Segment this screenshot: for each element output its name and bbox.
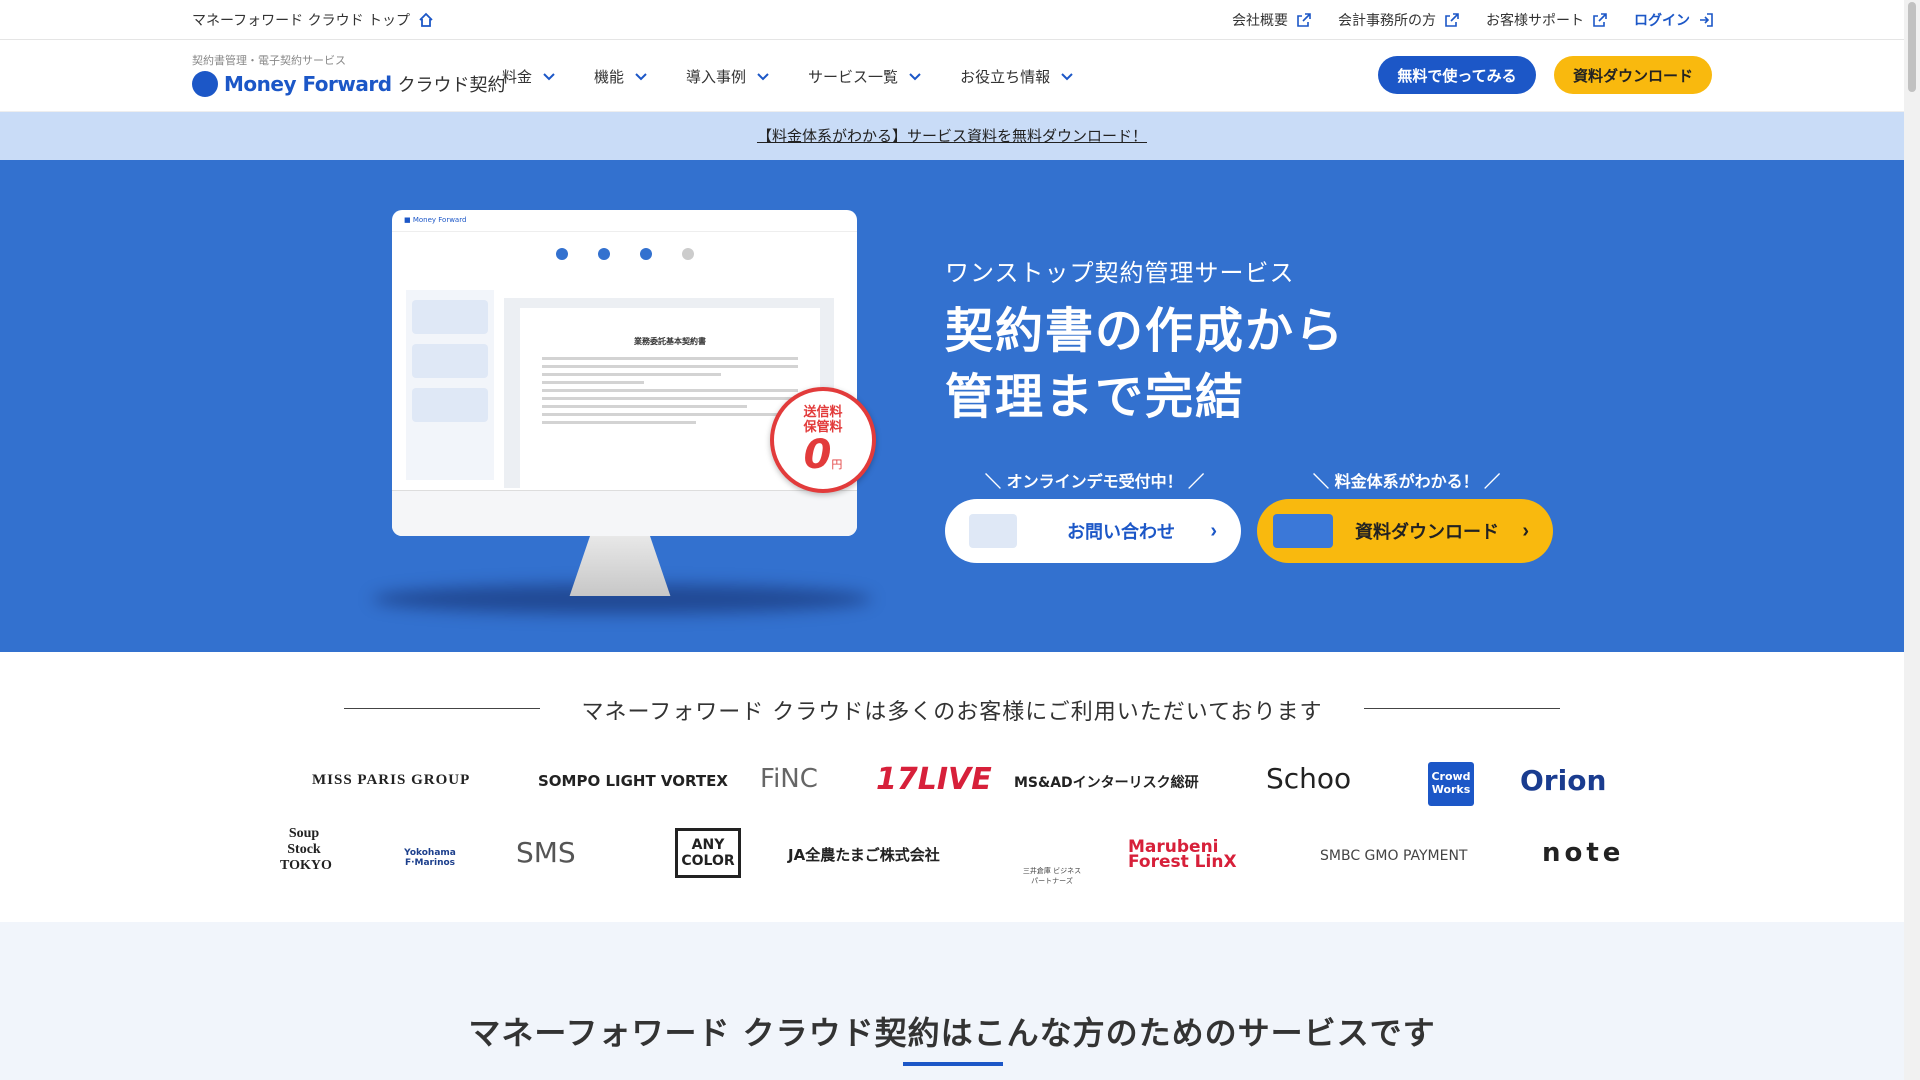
client-logo: MS&ADインターリスク総研 bbox=[1014, 775, 1199, 791]
nav-resources[interactable]: お役立ち情報 bbox=[960, 66, 1074, 87]
hero-download-label: 資料ダウンロード bbox=[1355, 522, 1499, 542]
zero-fee-stamp: 送信料 保管料 0円 bbox=[770, 387, 876, 493]
client-logo: SOMPO LIGHT VORTEX bbox=[538, 772, 728, 790]
promo-banner-link[interactable]: 【料金体系がわかる】サービス資料を無料ダウンロード！ bbox=[757, 127, 1147, 145]
client-logo: note bbox=[1542, 838, 1625, 868]
support-link-label: お客様サポート bbox=[1486, 13, 1584, 29]
mock-app-header: ■ Money Forward bbox=[392, 210, 857, 232]
chevron-down-icon bbox=[543, 72, 555, 80]
site-logo[interactable]: 契約書管理・電子契約サービス Money Forward クラウド契約 bbox=[192, 52, 506, 97]
chevron-down-icon bbox=[909, 72, 921, 80]
hero-title: 契約書の作成から 管理まで完結 bbox=[945, 298, 1345, 430]
promo-banner: 【料金体系がわかる】サービス資料を無料ダウンロード！ bbox=[0, 112, 1904, 160]
stamp-zero: 0 bbox=[803, 432, 832, 478]
chevron-down-icon bbox=[635, 72, 647, 80]
utility-bar: マネーフォワード クラウド トップ 会社概要 会計事務所の方 お客様サポート ロ… bbox=[0, 0, 1904, 40]
company-link[interactable]: 会社概要 bbox=[1232, 10, 1312, 30]
client-logo: Yokohama F·Marinos bbox=[404, 848, 456, 868]
monitor-stand bbox=[569, 536, 671, 596]
client-logo: Orion bbox=[1520, 764, 1607, 797]
chevron-down-icon bbox=[757, 72, 769, 80]
client-logo: SMBC GMO PAYMENT bbox=[1320, 848, 1468, 864]
monitor-bezel bbox=[392, 490, 857, 536]
target-users-section: マネーフォワード クラウド契約はこんな方のためのサービスです bbox=[0, 922, 1904, 1080]
client-logo: Marubeni Forest LinX bbox=[1128, 837, 1237, 872]
money-forward-logo-icon bbox=[192, 71, 218, 97]
external-link-icon bbox=[1297, 13, 1311, 27]
page-scrollbar[interactable] bbox=[1904, 0, 1920, 1080]
client-logo: FiNC bbox=[760, 764, 818, 794]
free-trial-button[interactable]: 無料で使ってみる bbox=[1378, 56, 1536, 94]
download-docs-button[interactable]: 資料ダウンロード bbox=[1554, 56, 1712, 94]
heading-rule-left bbox=[344, 708, 540, 709]
nav-label: お役立ち情報 bbox=[960, 68, 1051, 86]
nav-case-studies[interactable]: 導入事例 bbox=[686, 66, 770, 87]
brochure-icon bbox=[1273, 514, 1333, 548]
nav-services[interactable]: サービス一覧 bbox=[808, 66, 922, 87]
home-link[interactable]: マネーフォワード クラウド トップ bbox=[192, 10, 434, 30]
accountant-link[interactable]: 会計事務所の方 bbox=[1338, 10, 1460, 30]
home-link-label: マネーフォワード クラウド トップ bbox=[192, 13, 411, 29]
hero-section: ■ Money Forward 業務委託基本契約書 送信料 保管料 0円 ワンスト… bbox=[0, 160, 1904, 652]
external-link-icon bbox=[1445, 13, 1459, 27]
support-link[interactable]: お客様サポート bbox=[1486, 10, 1608, 30]
client-logo: Crowd Works bbox=[1428, 762, 1474, 806]
stamp-yen: 円 bbox=[831, 458, 843, 471]
chevron-right-icon: › bbox=[1210, 519, 1217, 542]
client-logo: Schoo bbox=[1266, 762, 1352, 795]
main-nav: 料金 機能 導入事例 サービス一覧 お役立ち情報 bbox=[502, 66, 1074, 87]
chevron-down-icon bbox=[1061, 72, 1073, 80]
nav-label: 機能 bbox=[594, 68, 625, 86]
utility-links: 会社概要 会計事務所の方 お客様サポート ログイン bbox=[1232, 10, 1714, 30]
hero-title-line2: 管理まで完結 bbox=[945, 369, 1246, 425]
login-link-label: ログイン bbox=[1634, 13, 1690, 29]
contact-button[interactable]: お問い合わせ › bbox=[945, 499, 1241, 563]
hero-download-button[interactable]: 資料ダウンロード › bbox=[1257, 499, 1553, 563]
mail-icon bbox=[969, 514, 1017, 548]
product-screenshot-monitor: ■ Money Forward 業務委託基本契約書 bbox=[392, 210, 857, 536]
main-header: 契約書管理・電子契約サービス Money Forward クラウド契約 料金 機… bbox=[0, 40, 1904, 112]
company-link-label: 会社概要 bbox=[1232, 13, 1288, 29]
mock-doc-title: 業務委託基本契約書 bbox=[634, 337, 706, 346]
clients-heading-text: マネーフォワード クラウドは多くのお客様にご利用いただいております bbox=[581, 700, 1323, 725]
nav-pricing[interactable]: 料金 bbox=[502, 66, 556, 87]
external-link-icon bbox=[1593, 13, 1607, 27]
heading-rule-right bbox=[1364, 708, 1560, 709]
client-logo: JA全農たまご株式会社 bbox=[788, 846, 940, 864]
logo-brand: Money Forward bbox=[224, 72, 392, 96]
client-logo: ANY COLOR bbox=[675, 828, 741, 878]
nav-features[interactable]: 機能 bbox=[594, 66, 648, 87]
stamp-line1: 送信料 bbox=[803, 405, 843, 420]
mock-stepper bbox=[392, 248, 857, 260]
client-logo: MISS PARIS GROUP bbox=[312, 772, 471, 788]
heading-underline bbox=[903, 1062, 1003, 1066]
login-icon bbox=[1700, 13, 1713, 27]
scrollbar-thumb[interactable] bbox=[1908, 2, 1916, 92]
logo-subtitle: 契約書管理・電子契約サービス bbox=[192, 54, 346, 67]
client-logo: SMS bbox=[516, 836, 576, 869]
nav-label: 料金 bbox=[502, 68, 533, 86]
login-link[interactable]: ログイン bbox=[1634, 10, 1714, 30]
hero-subtitle: ワンストップ契約管理サービス bbox=[945, 259, 1295, 287]
contact-button-label: お問い合わせ bbox=[1067, 522, 1175, 542]
logo-product: クラウド契約 bbox=[397, 75, 506, 96]
client-logo: Soup Stock TOKYO bbox=[280, 826, 332, 873]
nav-label: サービス一覧 bbox=[808, 68, 899, 86]
mock-sidebar bbox=[406, 290, 494, 480]
client-logo: 三井倉庫 ビジネスパートナーズ bbox=[1022, 867, 1082, 885]
chevron-right-icon: › bbox=[1522, 519, 1529, 542]
home-icon bbox=[419, 12, 433, 27]
target-users-heading: マネーフォワード クラウド契約はこんな方のためのサービスです bbox=[468, 1014, 1436, 1052]
nav-label: 導入事例 bbox=[686, 68, 747, 86]
accountant-link-label: 会計事務所の方 bbox=[1338, 13, 1436, 29]
hero-title-line1: 契約書の作成から bbox=[945, 303, 1346, 359]
clients-heading: マネーフォワード クラウドは多くのお客様にご利用いただいております bbox=[0, 694, 1904, 726]
demo-caption: ＼ オンラインデモ受付中！ ／ bbox=[985, 472, 1205, 491]
client-logo: 17LIVE bbox=[876, 762, 992, 797]
pricing-caption: ＼ 料金体系がわかる！ ／ bbox=[1313, 472, 1501, 491]
